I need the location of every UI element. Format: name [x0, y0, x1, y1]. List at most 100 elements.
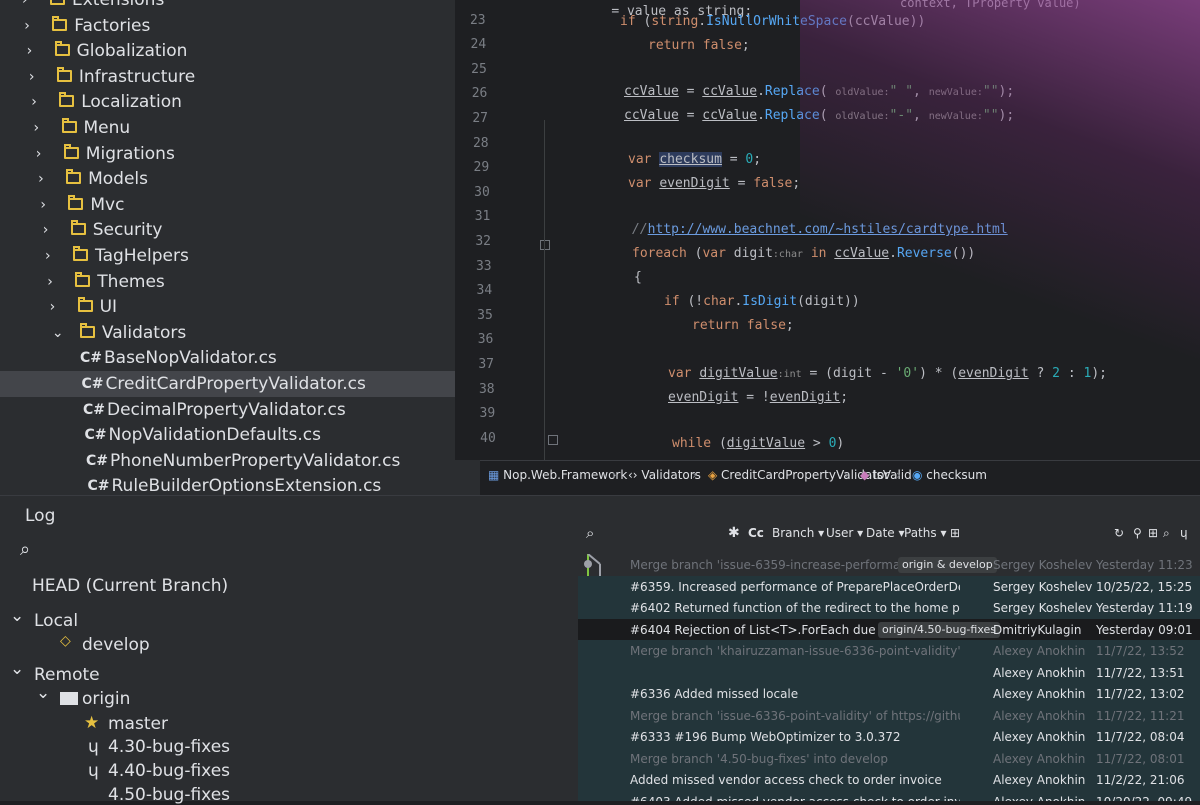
- branch-icon[interactable]: ɥ: [1180, 516, 1188, 550]
- chevron-right-icon[interactable]: ›: [34, 115, 48, 141]
- branch-4-40[interactable]: 4.40-bug-fixes: [108, 761, 230, 781]
- grid-icon[interactable]: ⊞: [1148, 516, 1158, 550]
- chevron-right-icon[interactable]: ›: [45, 243, 59, 269]
- commit-author: Sergey Koshelev: [993, 558, 1093, 572]
- commit-row[interactable]: Merge branch '4.50-bug-fixes' into devel…: [578, 747, 1200, 770]
- tree-file[interactable]: C# DecimalPropertyValidator.cs: [0, 397, 480, 423]
- chevron-right-icon[interactable]: ›: [50, 294, 64, 320]
- tree-folder[interactable]: › Mvc: [0, 192, 480, 218]
- branch-filter[interactable]: Branch ▾: [772, 516, 824, 550]
- tree-file[interactable]: C# BaseNopValidator.cs: [0, 345, 480, 371]
- commit-date: 11/7/22, 13:52: [1096, 644, 1185, 658]
- commit-row[interactable]: #6404 Rejection of List<T>.ForEach due t…: [578, 618, 1200, 641]
- new-tab-icon[interactable]: ⊞: [950, 516, 960, 550]
- commit-author: Alexey Anokhin: [993, 791, 1103, 802]
- origin-chevron-icon[interactable]: ⌄: [36, 683, 50, 703]
- commit-row[interactable]: Added missed vendor access check to orde…: [578, 769, 1200, 791]
- remote-branches-node[interactable]: Remote: [34, 665, 100, 685]
- branch-4-30[interactable]: 4.30-bug-fixes: [108, 737, 230, 757]
- tree-folder[interactable]: › Infrastructure: [0, 64, 480, 90]
- code-line-34: if (!char.IsDigit(digit)): [664, 294, 860, 309]
- chevron-right-icon[interactable]: ›: [47, 269, 61, 295]
- commit-row[interactable]: #6402 Returned function of the redirect …: [578, 597, 1200, 619]
- refresh-icon[interactable]: ↻: [1114, 516, 1124, 550]
- chevron-down-icon[interactable]: ⌄: [52, 320, 66, 346]
- commit-author: Sergey Koshelev: [993, 579, 1093, 594]
- remote-chevron-icon[interactable]: ⌄: [10, 659, 24, 679]
- match-case-toggle[interactable]: Cc: [748, 516, 764, 550]
- breadcrumb-item[interactable]: ▦ Nop.Web.Framework: [488, 461, 627, 489]
- tree-folder[interactable]: › Globalization: [0, 38, 480, 64]
- tree-file[interactable]: C# PhoneNumberPropertyValidator.cs: [0, 448, 480, 474]
- chevron-right-icon[interactable]: ›: [38, 166, 52, 192]
- chevron-right-icon[interactable]: ›: [36, 141, 50, 167]
- line-number: 24: [470, 37, 487, 53]
- tree-file[interactable]: C# CreditCardPropertyValidator.cs: [0, 371, 480, 397]
- tree-folder[interactable]: › Factories: [0, 13, 480, 39]
- head-branch[interactable]: HEAD (Current Branch): [32, 576, 228, 596]
- fold-marker-icon[interactable]: [548, 435, 558, 445]
- date-filter[interactable]: Date ▾: [866, 516, 905, 550]
- commit-row[interactable]: #6333 #196 Bump WebOptimizer to 3.0.372 A…: [578, 726, 1200, 748]
- breadcrumb-item[interactable]: ◆ IsValid: [860, 461, 912, 489]
- paths-filter[interactable]: Paths ▾: [904, 516, 946, 550]
- chevron-right-icon[interactable]: ›: [29, 64, 43, 90]
- tree-folder[interactable]: › Migrations: [0, 141, 480, 167]
- chevron-right-icon[interactable]: ›: [24, 13, 38, 39]
- tree-file[interactable]: C# NopValidationDefaults.cs: [0, 422, 480, 448]
- commit-row[interactable]: Merge branch 'issue-6359-increase-perfor…: [578, 554, 1200, 576]
- tree-folder[interactable]: › Security: [0, 217, 480, 243]
- local-chevron-icon[interactable]: ⌄: [10, 606, 24, 626]
- breadcrumb-label: IsValid: [873, 468, 912, 482]
- tree-folder[interactable]: › Localization: [0, 89, 480, 115]
- chevron-right-icon[interactable]: ›: [31, 89, 45, 115]
- breadcrumb-label: checksum: [926, 468, 987, 482]
- commit-row[interactable]: #6336 Added missed locale Alexey Anokhin 1…: [578, 683, 1200, 705]
- tree-folder[interactable]: ⌄ Validators: [0, 320, 480, 346]
- local-branches-node[interactable]: Local: [34, 611, 78, 631]
- tree-item-label: CreditCardPropertyValidator.cs: [105, 374, 366, 394]
- breadcrumb-item[interactable]: ◉ checksum: [912, 461, 987, 489]
- commit-message: #6359. Increased performance of PrepareP…: [630, 579, 960, 594]
- cherry-pick-icon[interactable]: ⚲: [1133, 516, 1142, 550]
- tree-folder[interactable]: › Themes: [0, 269, 480, 295]
- user-filter[interactable]: User ▾: [826, 516, 863, 550]
- log-tab-title[interactable]: Log: [25, 506, 55, 526]
- branch-develop[interactable]: develop: [82, 635, 150, 655]
- code-editor[interactable]: context, TProperty value) = value as str…: [520, 0, 1200, 460]
- commit-row[interactable]: Alexey Anokhin 11/7/22, 13:51: [578, 661, 1200, 684]
- line-number: 34: [476, 283, 493, 299]
- tree-item-label: BaseNopValidator.cs: [104, 348, 277, 369]
- tree-file[interactable]: C# RuleBuilderOptionsExtension.cs: [0, 473, 480, 495]
- search-icon[interactable]: ⌕: [586, 516, 594, 550]
- commit-author: Alexey Anokhin: [993, 751, 1086, 766]
- search-icon[interactable]: ⌕: [1163, 516, 1170, 550]
- chevron-right-icon[interactable]: ›: [22, 0, 36, 13]
- commit-row[interactable]: Merge branch 'khairuzzaman-issue-6336-po…: [578, 640, 1200, 662]
- folder-icon: [60, 692, 78, 705]
- code-line-28: var checksum = 0;: [628, 152, 762, 167]
- commit-row[interactable]: Merge branch 'issue-6336-point-validity'…: [578, 704, 1200, 727]
- tree-item-label: Globalization: [76, 41, 188, 62]
- branch-master[interactable]: master: [108, 714, 168, 734]
- chevron-right-icon[interactable]: ›: [40, 192, 54, 218]
- chevron-right-icon[interactable]: ›: [43, 217, 57, 243]
- tree-folder[interactable]: › Extensions: [0, 0, 480, 13]
- tree-folder[interactable]: › Models: [0, 166, 480, 192]
- chevron-right-icon[interactable]: ›: [27, 38, 41, 64]
- code-line-31: //http://www.beachnet.com/~hstiles/cardt…: [632, 222, 1008, 237]
- commit-row[interactable]: #6359. Increased performance of PrepareP…: [578, 575, 1200, 598]
- tree-item-label: Localization: [81, 92, 182, 113]
- fold-marker-icon[interactable]: [540, 240, 550, 250]
- remote-origin[interactable]: origin: [82, 689, 130, 709]
- commit-row[interactable]: #6403 Added missed vendor access check t…: [578, 790, 1200, 802]
- tree-folder[interactable]: › UI: [0, 294, 480, 320]
- folder-icon: [50, 0, 65, 5]
- regex-icon[interactable]: ✱: [728, 516, 740, 550]
- search-icon[interactable]: ⌕: [20, 539, 30, 560]
- breadcrumb-item[interactable]: ‹› Validators: [628, 461, 701, 489]
- tree-folder[interactable]: › Menu: [0, 115, 480, 141]
- branch-4-50[interactable]: 4.50-bug-fixes: [108, 785, 230, 805]
- tree-folder[interactable]: › TagHelpers: [0, 243, 480, 269]
- tree-item-label: NopValidationDefaults.cs: [108, 425, 321, 446]
